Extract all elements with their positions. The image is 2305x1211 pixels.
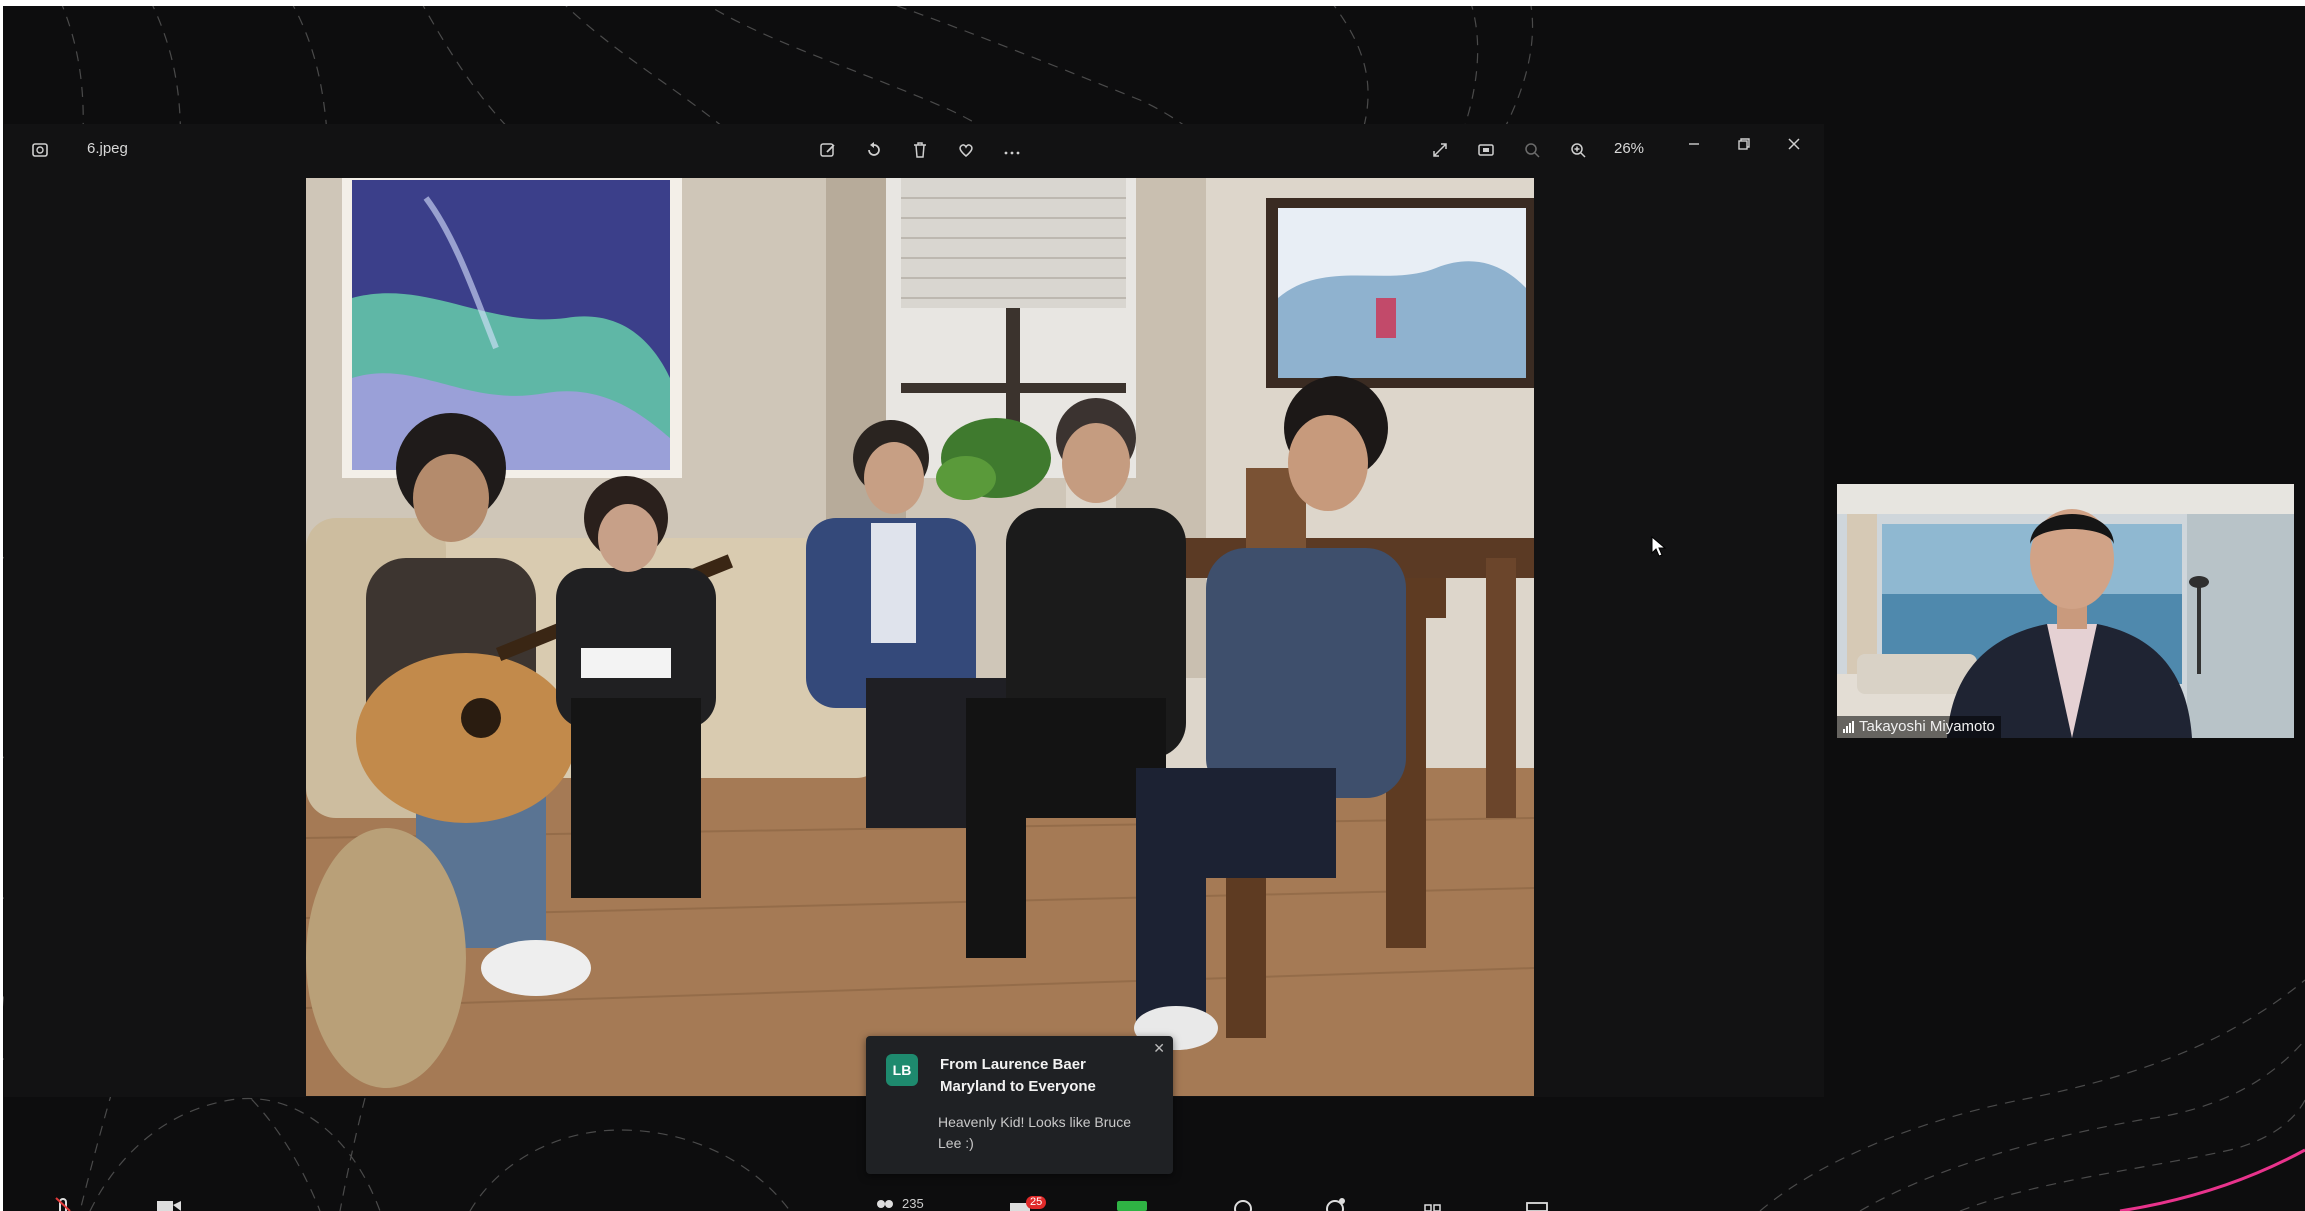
whiteboard-button[interactable]: [1526, 1196, 1548, 1211]
photos-app-icon[interactable]: [26, 136, 54, 164]
reactions-icon: [1326, 1198, 1345, 1211]
reactions-button[interactable]: [1324, 1196, 1346, 1211]
fullscreen-icon[interactable]: [1426, 136, 1454, 164]
apps-icon: [1424, 1204, 1441, 1211]
mouse-cursor-icon: [1651, 536, 1667, 557]
minimize-icon[interactable]: [1680, 130, 1708, 158]
left-edge: [0, 0, 3, 1211]
favorite-icon[interactable]: [952, 136, 980, 164]
signal-strength-icon: [1843, 720, 1854, 733]
record-button[interactable]: [1232, 1196, 1254, 1211]
zoom-level[interactable]: 26%: [1614, 140, 1644, 157]
chat-notification[interactable]: LB From Laurence Baer Maryland to Everyo…: [866, 1036, 1173, 1174]
participant-video: [1837, 484, 2294, 738]
shared-photo: [306, 178, 1534, 1096]
participant-name-label: Takayoshi Miyamoto: [1837, 716, 2001, 738]
mute-button[interactable]: [54, 1196, 72, 1211]
participant-name: Takayoshi Miyamoto: [1859, 718, 1995, 735]
close-icon[interactable]: ✕: [1153, 1040, 1165, 1057]
slideshow-icon[interactable]: [1472, 136, 1500, 164]
chat-message: Heavenly Kid! Looks like Bruce Lee :): [938, 1114, 1131, 1151]
share-screen-icon: [1117, 1201, 1147, 1211]
restore-icon[interactable]: [1730, 130, 1758, 158]
viewer-titlebar: 6.jpeg 26%: [4, 124, 1824, 176]
photo-illustration: [306, 178, 1534, 1096]
rotate-icon[interactable]: [860, 136, 888, 164]
sender-avatar: LB: [886, 1054, 918, 1086]
microphone-icon: [55, 1197, 71, 1211]
share-screen-button[interactable]: [1117, 1196, 1147, 1211]
chat-button[interactable]: 25: [1010, 1196, 1047, 1211]
zoom-out-icon[interactable]: [1518, 136, 1546, 164]
record-icon: [1234, 1200, 1252, 1211]
video-camera-icon: [157, 1201, 181, 1211]
pink-accent-line: [2119, 1148, 2305, 1211]
participant-video-tile[interactable]: Takayoshi Miyamoto: [1837, 484, 2294, 738]
top-edge: [0, 0, 2305, 6]
delete-icon[interactable]: [906, 136, 934, 164]
edit-icon[interactable]: [814, 136, 842, 164]
participants-count: 235: [902, 1196, 924, 1211]
participants-icon: [877, 1200, 893, 1208]
chat-sender: From Laurence Baer Maryland to Everyone: [940, 1056, 1096, 1095]
whiteboard-icon: [1526, 1202, 1548, 1211]
close-icon[interactable]: [1780, 130, 1808, 158]
chat-badge: 25: [1026, 1196, 1047, 1209]
photo-viewer-window: 6.jpeg 26%: [4, 124, 1824, 1097]
apps-button[interactable]: [1422, 1196, 1444, 1211]
file-name: 6.jpeg: [87, 140, 128, 157]
participants-button[interactable]: 235: [874, 1196, 924, 1211]
video-button[interactable]: [156, 1196, 182, 1211]
zoom-in-icon[interactable]: [1564, 136, 1592, 164]
more-icon[interactable]: [998, 136, 1026, 164]
